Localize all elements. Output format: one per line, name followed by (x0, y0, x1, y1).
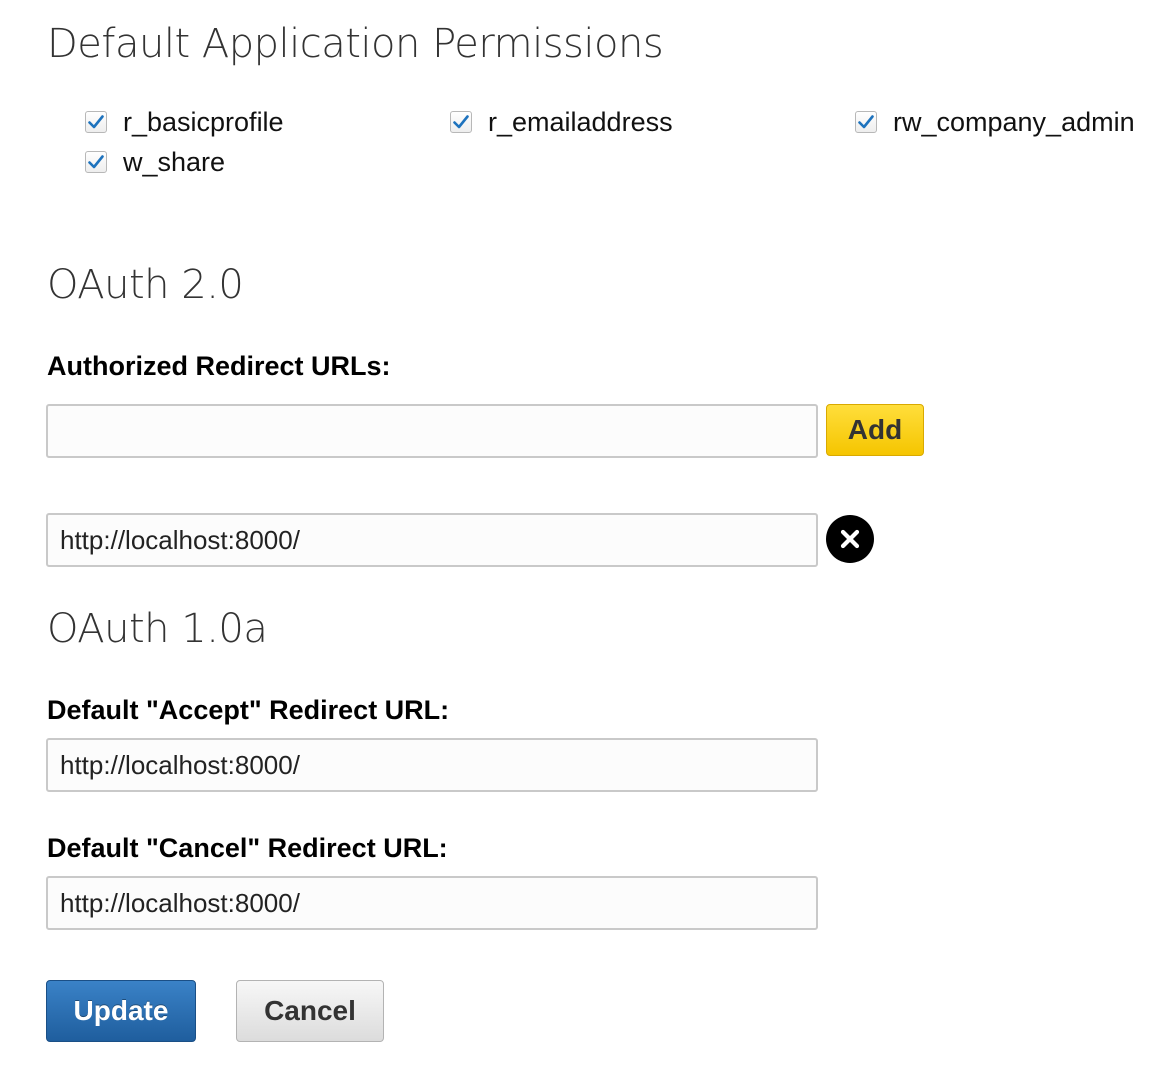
checkmark-icon (453, 115, 469, 129)
permission-label: rw_company_admin (893, 106, 1135, 137)
permission-r-basicprofile[interactable]: r_basicprofile (85, 105, 284, 139)
permission-label: r_emailaddress (488, 106, 673, 137)
checkbox-w-share[interactable] (85, 151, 107, 173)
cancel-redirect-url-input[interactable] (46, 876, 818, 930)
permission-rw-company-admin[interactable]: rw_company_admin (855, 105, 1135, 139)
permission-r-emailaddress[interactable]: r_emailaddress (450, 105, 673, 139)
permission-label: w_share (123, 146, 226, 177)
add-url-button[interactable]: Add (826, 404, 924, 456)
checkmark-icon (858, 115, 874, 129)
redirect-url-field[interactable] (46, 513, 818, 567)
accept-redirect-url-label: Default "Accept" Redirect URL: (47, 695, 450, 725)
new-redirect-url-input[interactable] (46, 404, 818, 458)
permission-w-share[interactable]: w_share (85, 145, 225, 179)
app-settings-page: Default Application Permissions r_basicp… (0, 0, 1158, 1070)
checkmark-icon (88, 115, 104, 129)
remove-url-button[interactable] (826, 515, 874, 563)
checkbox-rw-company-admin[interactable] (855, 111, 877, 133)
checkbox-r-basicprofile[interactable] (85, 111, 107, 133)
checkbox-r-emailaddress[interactable] (450, 111, 472, 133)
permissions-title: Default Application Permissions (47, 21, 664, 67)
checkmark-icon (88, 155, 104, 169)
permission-label: r_basicprofile (123, 106, 284, 137)
accept-redirect-url-input[interactable] (46, 738, 818, 792)
authorized-redirect-urls-label: Authorized Redirect URLs: (47, 351, 391, 381)
update-button[interactable]: Update (46, 980, 196, 1042)
cancel-redirect-url-label: Default "Cancel" Redirect URL: (47, 833, 448, 863)
close-circle-icon (840, 529, 860, 549)
cancel-button[interactable]: Cancel (236, 980, 384, 1042)
oauth1-title: OAuth 1.0a (47, 606, 268, 652)
oauth2-title: OAuth 2.0 (47, 262, 244, 308)
